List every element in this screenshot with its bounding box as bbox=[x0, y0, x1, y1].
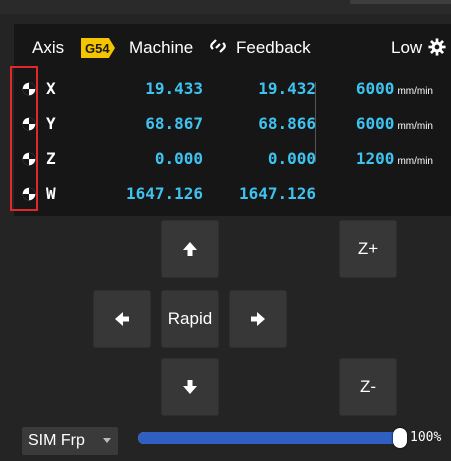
machine-position-value: 19.432 bbox=[258, 79, 316, 98]
arrow-left-icon bbox=[115, 312, 129, 326]
work-position-value: 68.867 bbox=[145, 114, 203, 133]
feedrate-number: 6000 bbox=[355, 114, 395, 133]
feedrate-number: 1200 bbox=[355, 149, 395, 168]
top-strip bbox=[0, 0, 451, 14]
gear-icon-svg bbox=[428, 38, 446, 56]
axis-column-label: Axis bbox=[32, 38, 65, 57]
arrow-down-icon bbox=[183, 380, 197, 394]
jog-left-button[interactable] bbox=[93, 290, 151, 348]
work-position-value: 1647.126 bbox=[125, 184, 203, 203]
jog-up-button[interactable] bbox=[161, 220, 219, 278]
top-strip-bar bbox=[350, 0, 451, 4]
machine-position-value: 68.866 bbox=[258, 114, 316, 133]
link-icon-svg bbox=[210, 39, 226, 53]
gear-icon[interactable] bbox=[428, 38, 446, 56]
feedrate-unit: mm/min bbox=[397, 156, 433, 167]
feed-override-fill bbox=[138, 432, 400, 444]
feedrate-value: 6000 mm/min bbox=[356, 79, 433, 98]
feed-override-thumb[interactable] bbox=[393, 428, 407, 448]
axis-row-w: W 1647.126 1647.126 bbox=[14, 179, 451, 209]
machine-column-label[interactable]: Machine bbox=[129, 38, 193, 58]
work-position-value: 0.000 bbox=[154, 149, 203, 168]
feed-override-percent: 100% bbox=[410, 430, 442, 445]
work-position-value: 19.433 bbox=[145, 79, 203, 98]
chevron-down-icon bbox=[103, 438, 111, 443]
zero-buttons-highlight bbox=[10, 66, 38, 211]
arrow-right-icon bbox=[251, 312, 265, 326]
axis-letter: X bbox=[46, 79, 56, 98]
feedrate-number: 6000 bbox=[355, 79, 395, 98]
feedrate-unit: mm/min bbox=[397, 121, 433, 132]
rapid-toggle-button[interactable]: Rapid bbox=[161, 290, 219, 348]
feedback-column-label[interactable]: Feedback bbox=[236, 38, 311, 58]
feedrate-value: 1200 mm/min bbox=[356, 149, 433, 168]
axis-position-panel: Axis G54 Machine Feedback Low X 19.433 1… bbox=[14, 24, 451, 216]
rapid-label: Rapid bbox=[167, 309, 213, 328]
mode-select-value: SIM Frp bbox=[28, 432, 85, 449]
z-plus-label: Z+ bbox=[357, 239, 379, 258]
arrow-up-icon bbox=[183, 242, 197, 256]
machine-position-value: 1647.126 bbox=[238, 184, 316, 203]
feed-override-slider[interactable] bbox=[138, 432, 400, 444]
link-icon[interactable] bbox=[209, 37, 227, 60]
z-minus-label: Z- bbox=[359, 377, 377, 396]
axis-panel-header: Axis G54 Machine Feedback Low bbox=[14, 24, 451, 68]
jog-right-button[interactable] bbox=[229, 290, 287, 348]
feedrate-value: 6000 mm/min bbox=[356, 114, 433, 133]
axis-letter: W bbox=[46, 184, 56, 203]
axis-letter: Z bbox=[46, 149, 56, 168]
axis-row-x: X 19.433 19.432 6000 mm/min bbox=[14, 74, 451, 104]
axis-row-y: Y 68.867 68.866 6000 mm/min bbox=[14, 109, 451, 139]
mode-select[interactable]: SIM Frp bbox=[22, 427, 118, 455]
axis-row-z: Z 0.000 0.000 1200 mm/min bbox=[14, 144, 451, 174]
feedrate-unit: mm/min bbox=[397, 86, 433, 97]
axis-letter: Y bbox=[46, 114, 56, 133]
jog-down-button[interactable] bbox=[161, 358, 219, 416]
speed-mode-label[interactable]: Low bbox=[391, 38, 422, 58]
machine-position-value: 0.000 bbox=[267, 149, 316, 168]
wcs-badge[interactable]: G54 bbox=[81, 38, 115, 58]
jog-z-plus-button[interactable]: Z+ bbox=[339, 220, 397, 278]
jog-z-minus-button[interactable]: Z- bbox=[339, 358, 397, 416]
